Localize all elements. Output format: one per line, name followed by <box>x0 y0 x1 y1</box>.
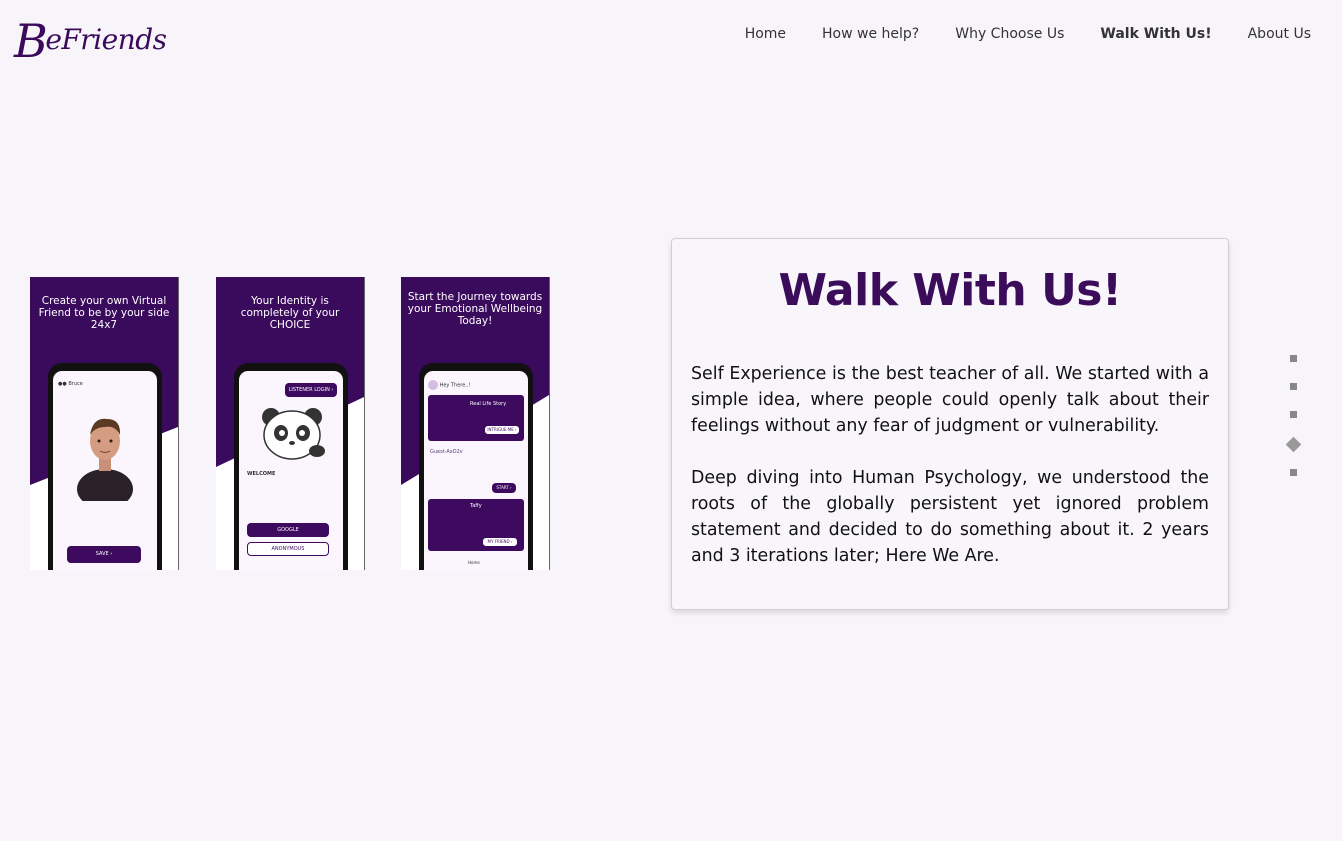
logo-initial: B <box>14 14 48 68</box>
pager-dot-2[interactable] <box>1289 383 1297 390</box>
status-bar <box>53 371 157 379</box>
pager-dot-4[interactable] <box>1285 436 1301 453</box>
greeting-text: Hey There..! <box>439 382 471 389</box>
users-icon: ●● <box>58 381 67 387</box>
phone-screen: Hey There..! Real Life Story INTRIGUE ME… <box>424 371 528 570</box>
my-friend-button[interactable]: MY FRIEND › <box>482 537 518 547</box>
guest-name: Guest-AxD2v <box>430 449 463 455</box>
logo-text: eFriends <box>45 23 167 56</box>
phone-screen: LISTENER LOGIN › WELCOME GOOGLE ANONYMOU… <box>239 371 343 570</box>
section-paragraph-1: Self Experience is the best teacher of a… <box>691 364 1209 436</box>
greeting-row: Hey There..! <box>424 379 528 391</box>
section-title: Walk With Us! <box>778 265 1122 316</box>
app-screenshot-3: Start the Journey towards your Emotional… <box>401 277 550 570</box>
app-user-row: ●● Bruce <box>53 379 157 389</box>
save-button[interactable]: SAVE › <box>67 546 141 563</box>
screenshot-caption: Start the Journey towards your Emotional… <box>407 291 543 327</box>
logo[interactable]: BeFriends <box>14 14 167 68</box>
app-screenshot-2: Your Identity is completely of your CHOI… <box>216 277 365 570</box>
app-user-name: Bruce <box>68 381 83 387</box>
tab-home[interactable]: Home <box>468 560 480 565</box>
section-pager <box>1285 355 1301 497</box>
avatar-3d-icon <box>77 418 133 501</box>
pager-dot-5[interactable] <box>1289 469 1297 476</box>
nav-why-choose-us[interactable]: Why Choose Us <box>955 26 1064 42</box>
story-card[interactable]: Real Life Story INTRIGUE ME › <box>428 395 524 441</box>
nav-about-us[interactable]: About Us <box>1248 26 1311 42</box>
google-button[interactable]: GOOGLE <box>247 523 329 537</box>
phone-mockup: LISTENER LOGIN › WELCOME GOOGLE ANONYMOU… <box>234 363 348 570</box>
screenshot-caption: Your Identity is completely of your CHOI… <box>240 295 340 331</box>
start-button[interactable]: START › <box>492 483 516 493</box>
status-bar <box>424 371 528 379</box>
anonymous-button[interactable]: ANONYMOUS <box>247 542 329 556</box>
listener-login-button[interactable]: LISTENER LOGIN › <box>285 383 337 397</box>
pager-dot-1[interactable] <box>1289 355 1297 362</box>
status-bar <box>239 371 343 379</box>
pager-dot-3[interactable] <box>1289 411 1297 418</box>
welcome-label: WELCOME <box>247 471 276 477</box>
panda-icon <box>262 408 325 460</box>
app-screenshot-1: Create your own Virtual Friend to be by … <box>30 277 179 570</box>
friend-card[interactable]: Taffy MY FRIEND › <box>428 499 524 551</box>
nav-home[interactable]: Home <box>745 26 786 42</box>
story-title: Real Life Story <box>470 401 507 407</box>
friend-name: Taffy <box>470 503 482 509</box>
main-nav: Home How we help? Why Choose Us Walk Wit… <box>745 26 1311 42</box>
nav-how-we-help[interactable]: How we help? <box>822 26 919 42</box>
nav-walk-with-us[interactable]: Walk With Us! <box>1100 26 1211 42</box>
intrigue-me-button[interactable]: INTRIGUE ME › <box>484 425 520 435</box>
phone-mockup: ●● Bruce SAVE › <box>48 363 162 570</box>
profile-avatar-icon <box>428 380 438 390</box>
section-paragraph-2: Deep diving into Human Psychology, we un… <box>691 468 1209 566</box>
phone-mockup: Hey There..! Real Life Story INTRIGUE ME… <box>419 363 533 570</box>
phone-screen: ●● Bruce SAVE › <box>53 371 157 570</box>
screenshot-caption: Create your own Virtual Friend to be by … <box>38 295 170 331</box>
walk-with-us-card: Walk With Us! Self Experience is the bes… <box>671 238 1229 610</box>
